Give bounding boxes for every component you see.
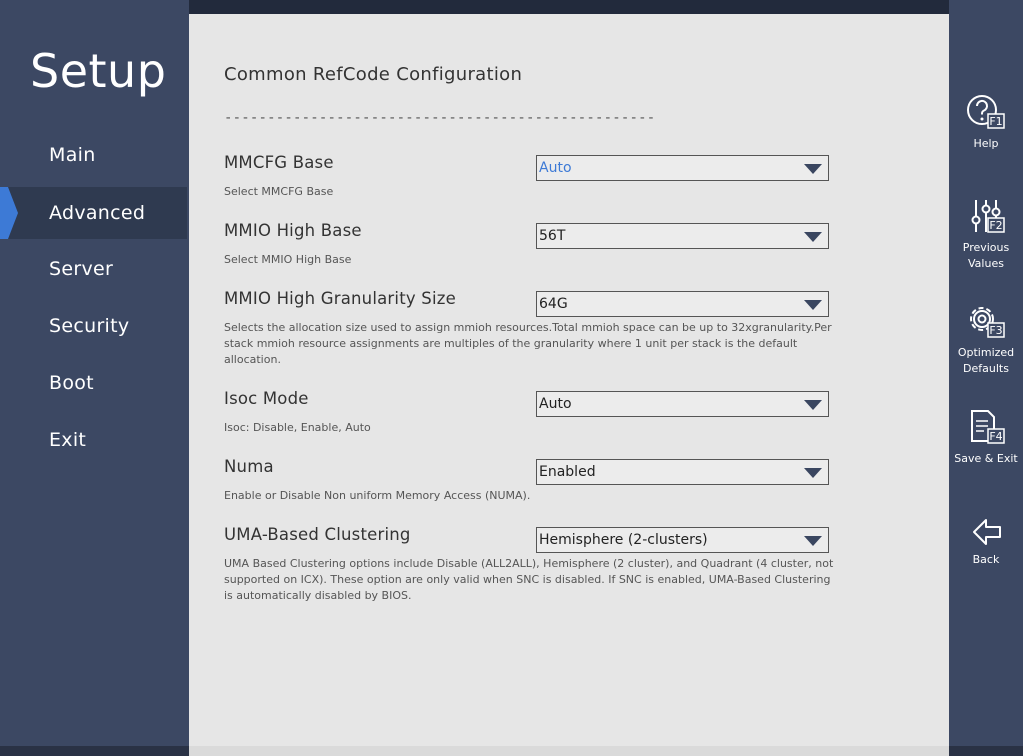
active-marker-icon [0,187,18,239]
gear-icon: F3 [970,307,1005,338]
previous-values-button[interactable]: F2 Previous Values [949,198,1023,272]
nav-item-exit[interactable]: Exit [0,414,187,466]
section-title: Common RefCode Configuration [224,64,523,85]
chevron-down-icon [804,536,822,546]
section-divider: ----------------------------------------… [224,110,656,126]
select-mmio-high-base[interactable]: 56T [536,223,829,249]
save-exit-key: F4 [989,430,1002,443]
back-button[interactable]: Back [949,516,1023,568]
select-value: 64G [539,296,568,312]
setting-label-mmio-high-base: MMIO High Base [224,221,362,240]
right-function-bar: F1 Help F2 Previous Values F3 Optimized … [949,0,1023,756]
select-value: Hemisphere (2-clusters) [539,532,708,548]
back-label: Back [972,553,1000,566]
setting-help-mmio-high-granularity: Selects the allocation size used to assi… [224,321,832,366]
setting-help-uma-clustering: UMA Based Clustering options include Dis… [224,557,834,602]
help-label: Help [973,137,999,150]
nav-item-security[interactable]: Security [0,300,187,352]
select-uma-clustering[interactable]: Hemisphere (2-clusters) [536,527,829,553]
select-value: Auto [539,160,572,176]
setting-label-uma-clustering: UMA-Based Clustering [224,525,411,544]
back-arrow-icon [973,519,1001,545]
sliders-icon: F2 [971,200,1005,233]
nav-item-label: Server [49,258,114,280]
bottom-edge-right [949,746,1023,756]
app-title: Setup [30,44,167,98]
chevron-down-icon [804,300,822,310]
setting-help-numa: Enable or Disable Non uniform Memory Acc… [224,489,531,502]
help-key: F1 [989,115,1002,128]
help-icon: F1 [967,95,1005,129]
setting-help-mmio-high-base: Select MMIO High Base [224,253,352,266]
chevron-down-icon [804,232,822,242]
select-mmio-high-granularity[interactable]: 64G [536,291,829,317]
nav-item-server[interactable]: Server [0,243,187,295]
select-value: 56T [539,228,566,244]
help-button[interactable]: F1 Help [949,94,1023,152]
select-mmcfg-base[interactable]: Auto [536,155,829,181]
nav-item-label: Exit [49,429,87,451]
nav-item-label: Main [49,144,96,166]
optimized-defaults-key: F3 [989,324,1002,337]
nav-item-main[interactable]: Main [0,129,187,181]
nav-item-advanced[interactable]: Advanced [0,187,187,239]
optimized-defaults-button[interactable]: F3 Optimized Defaults [949,303,1023,377]
setting-label-isoc-mode: Isoc Mode [224,389,309,408]
setting-label-numa: Numa [224,457,274,476]
select-value: Enabled [539,464,596,480]
nav-item-label: Advanced [49,202,146,224]
document-icon: F4 [971,410,1005,444]
save-exit-label: Save & Exit [954,452,1018,465]
chevron-down-icon [804,164,822,174]
main-panel: Common RefCode Configuration -----------… [189,14,949,756]
previous-values-key: F2 [989,219,1002,232]
nav-item-boot[interactable]: Boot [0,357,187,409]
select-value: Auto [539,396,572,412]
setting-label-mmcfg-base: MMCFG Base [224,153,334,172]
setting-help-isoc-mode: Isoc: Disable, Enable, Auto [224,421,371,434]
setting-help-mmcfg-base: Select MMCFG Base [224,185,334,198]
main-bottom-edge [189,746,949,756]
previous-values-label: Previous Values [962,241,1010,270]
select-isoc-mode[interactable]: Auto [536,391,829,417]
save-exit-button[interactable]: F4 Save & Exit [949,409,1023,467]
select-numa[interactable]: Enabled [536,459,829,485]
left-nav: Setup Main Advanced Server Security Boot… [0,0,189,756]
top-strip [189,0,949,14]
chevron-down-icon [804,400,822,410]
bottom-edge-left [0,746,189,756]
chevron-down-icon [804,468,822,478]
nav-item-label: Security [49,315,130,337]
setting-label-mmio-high-granularity: MMIO High Granularity Size [224,289,456,308]
optimized-defaults-label: Optimized Defaults [957,346,1015,375]
nav-item-label: Boot [49,372,94,394]
